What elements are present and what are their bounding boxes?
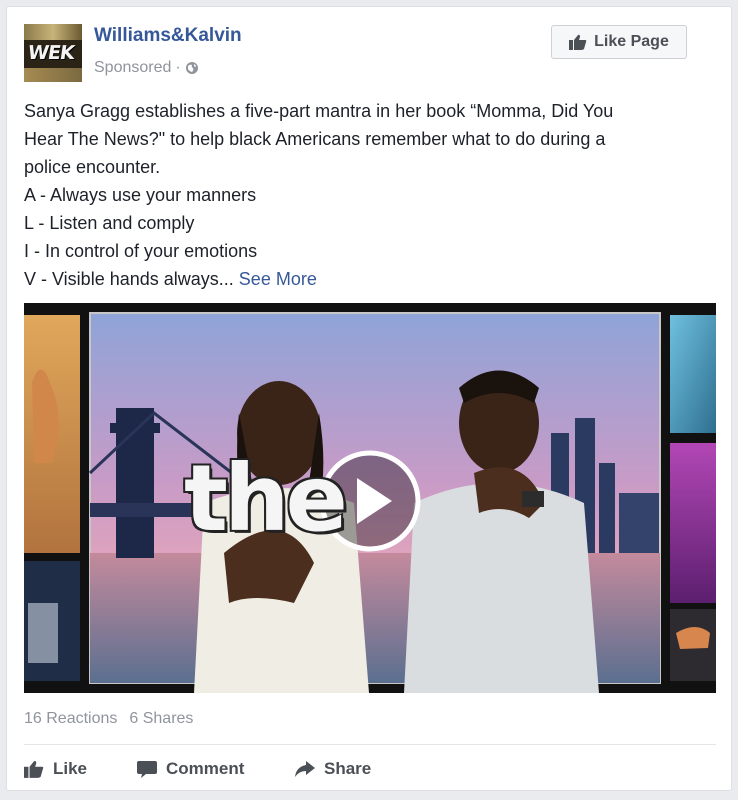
reactions-count[interactable]: 16 Reactions bbox=[24, 710, 117, 728]
engagement-stats: 16 Reactions 6 Shares bbox=[24, 710, 193, 728]
like-label: Like bbox=[53, 759, 88, 778]
avatar-logo-text: WEK bbox=[26, 42, 76, 64]
shares-count[interactable]: 6 Shares bbox=[129, 710, 193, 728]
video-overlay-text: the bbox=[184, 445, 348, 552]
comment-button[interactable]: Comment bbox=[137, 755, 244, 783]
page-name-link[interactable]: Williams&Kalvin bbox=[94, 25, 242, 47]
avatar-footer bbox=[24, 68, 82, 82]
post-meta: Sponsored · bbox=[94, 59, 199, 77]
meta-separator: · bbox=[175, 59, 181, 76]
comment-icon bbox=[137, 761, 157, 778]
like-page-label: Like Page bbox=[594, 33, 669, 50]
sponsored-label[interactable]: Sponsored bbox=[94, 59, 171, 77]
thumbs-up-icon bbox=[24, 760, 44, 778]
post-text-line: I - In control of your emotions bbox=[24, 241, 258, 261]
sponsored-post-card: WEK Williams&Kalvin Sponsored · Like Pag… bbox=[6, 6, 732, 791]
action-divider bbox=[24, 744, 716, 745]
post-text-line: V - Visible hands always... bbox=[24, 269, 234, 289]
post-text-line: Hear The News?" to help black Americans … bbox=[24, 129, 606, 149]
see-more-link[interactable]: See More bbox=[239, 269, 317, 289]
like-page-button[interactable]: Like Page bbox=[551, 25, 687, 59]
post-text-line: L - Listen and comply bbox=[24, 213, 195, 233]
globe-icon bbox=[185, 62, 198, 74]
share-arrow-icon bbox=[295, 761, 315, 777]
post-text-line: A - Always use your manners bbox=[24, 185, 257, 205]
post-text-line: Sanya Gragg establishes a five-part mant… bbox=[24, 101, 614, 121]
comment-label: Comment bbox=[166, 759, 245, 778]
video-thumbnail bbox=[24, 303, 716, 693]
post-text-last-line: V - Visible hands always... See More bbox=[24, 265, 714, 293]
avatar-background bbox=[24, 24, 82, 40]
share-button[interactable]: Share bbox=[295, 755, 371, 783]
like-button[interactable]: Like bbox=[24, 755, 87, 783]
thumbs-up-icon bbox=[569, 34, 587, 50]
post-text: Sanya Gragg establishes a five-part mant… bbox=[24, 97, 714, 293]
post-text-line: police encounter. bbox=[24, 157, 161, 177]
video-player[interactable]: the bbox=[24, 303, 716, 693]
page-avatar[interactable]: WEK bbox=[24, 24, 82, 82]
share-label: Share bbox=[324, 759, 372, 778]
